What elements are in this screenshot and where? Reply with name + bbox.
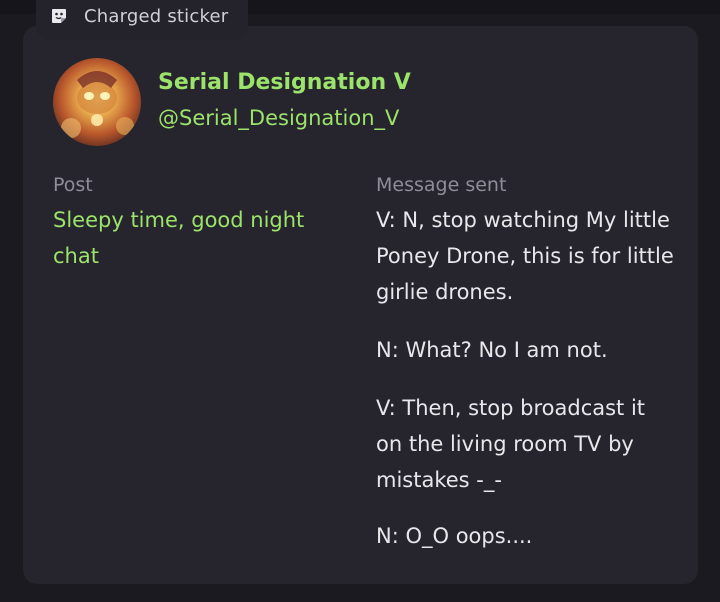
user-handle[interactable]: @Serial_Designation_V xyxy=(158,106,399,130)
message-line: V: Then, stop broadcast it on the living… xyxy=(376,396,646,492)
display-name[interactable]: Serial Designation V xyxy=(158,70,411,95)
sticker-icon xyxy=(50,7,68,25)
post-text: Sleepy time, good night chat xyxy=(53,208,305,268)
message-line: V: N, stop watching My little Poney Dron… xyxy=(376,208,674,304)
post-label: Post xyxy=(53,174,93,196)
charged-sticker-tag: Charged sticker xyxy=(36,0,248,40)
message-sent-label: Message sent xyxy=(376,174,507,196)
sticker-label: Charged sticker xyxy=(84,5,229,27)
avatar[interactable] xyxy=(53,58,141,146)
message-line: N: What? No I am not. xyxy=(376,338,608,362)
message-line: N: O_O oops.... xyxy=(376,524,533,548)
